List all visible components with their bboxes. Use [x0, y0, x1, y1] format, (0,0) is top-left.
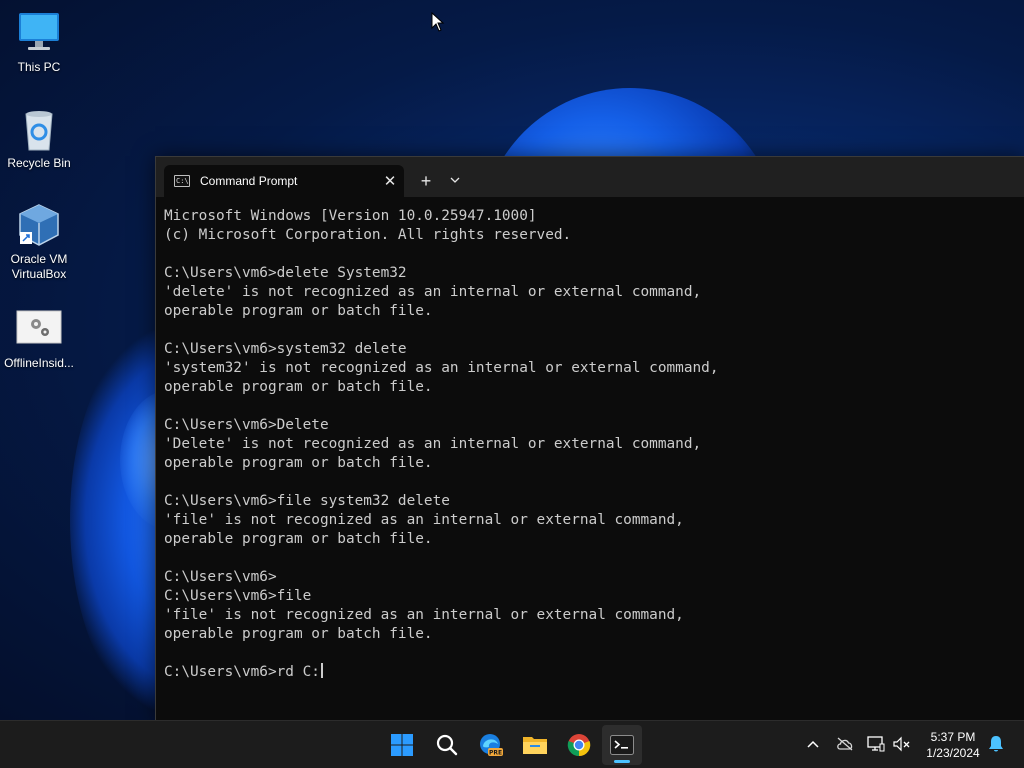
virtualbox-icon [16, 202, 62, 248]
terminal-window[interactable]: C:\ Command Prompt ✕ + Microsoft Windows… [155, 156, 1024, 720]
console-line: C:\Users\vm6>system32 delete [164, 341, 407, 357]
console-lines: Microsoft Windows [Version 10.0.25947.10… [164, 207, 1017, 663]
edge-pre-icon: PRE [480, 734, 503, 757]
windows-logo-icon [391, 734, 413, 756]
console-line: 'Delete' is not recognized as an interna… [164, 436, 702, 452]
tab-command-prompt[interactable]: C:\ Command Prompt ✕ [164, 165, 404, 197]
new-tab-button[interactable]: + [414, 169, 438, 193]
notifications-button[interactable] [986, 734, 1006, 754]
chrome-icon [567, 734, 591, 757]
taskbar: PRE 5:37 PM 1/23/2024 [0, 720, 1024, 768]
terminal-button[interactable] [602, 725, 642, 765]
desktop-icon-label: Oracle VM VirtualBox [10, 252, 68, 281]
console-line: (c) Microsoft Corporation. All rights re… [164, 227, 572, 243]
chevron-up-icon [807, 740, 819, 748]
tab-title: Command Prompt [200, 174, 298, 188]
clock-time: 5:37 PM [930, 730, 976, 744]
console-line: 'system32' is not recognized as an inter… [164, 360, 719, 376]
network-icon[interactable] [866, 734, 886, 754]
file-explorer-button[interactable] [515, 725, 555, 765]
console-line: C:\Users\vm6>file [164, 588, 312, 604]
console-line: operable program or batch file. [164, 379, 433, 395]
search-button[interactable] [427, 725, 467, 765]
this-pc-icon [16, 10, 62, 56]
console-line: operable program or batch file. [164, 626, 433, 642]
console-line: C:\Users\vm6>Delete [164, 417, 329, 433]
console-line: 'file' is not recognized as an internal … [164, 607, 684, 623]
clock[interactable]: 5:37 PM 1/23/2024 [920, 729, 986, 761]
chrome-button[interactable] [559, 725, 599, 765]
console-line: 'file' is not recognized as an internal … [164, 512, 684, 528]
console-input-line[interactable]: C:\Users\vm6>rd C: [164, 663, 1017, 682]
edge-pre-badge: PRE [489, 750, 502, 757]
console-line: Microsoft Windows [Version 10.0.25947.10… [164, 208, 537, 224]
desktop-icon-label: Recycle Bin [7, 156, 71, 170]
close-tab-button[interactable]: ✕ [376, 172, 404, 190]
tab-dropdown-button[interactable] [444, 169, 466, 193]
cmd-icon: C:\ [174, 175, 190, 187]
desktop-icon-label: This PC [17, 60, 61, 74]
console-line: C:\Users\vm6>delete System32 [164, 265, 407, 281]
folder-icon [523, 737, 547, 754]
show-hidden-icons-button[interactable] [803, 734, 823, 754]
text-cursor [320, 663, 323, 678]
edge-beta-button[interactable]: PRE [471, 725, 511, 765]
console-line: operable program or batch file. [164, 455, 433, 471]
desktop-icon-label: OfflineInsid... [4, 356, 74, 370]
mouse-pointer-icon [431, 12, 445, 32]
terminal-titlebar[interactable]: C:\ Command Prompt ✕ + [156, 157, 1024, 197]
onedrive-offline-icon[interactable] [835, 734, 855, 754]
start-button[interactable] [382, 725, 422, 765]
console-line: C:\Users\vm6>file system32 delete [164, 493, 450, 509]
search-icon [436, 734, 458, 756]
desktop-icon-offlineinsider[interactable]: OfflineInsid... [1, 306, 77, 371]
console-line: operable program or batch file. [164, 303, 433, 319]
active-app-indicator [614, 760, 630, 763]
desktop-icon-this-pc[interactable]: This PC [1, 10, 77, 75]
desktop-icon-virtualbox[interactable]: Oracle VM VirtualBox [1, 202, 77, 282]
clock-date: 1/23/2024 [926, 746, 980, 760]
desktop-icon-recycle-bin[interactable]: Recycle Bin [1, 106, 77, 171]
bell-icon [989, 736, 1003, 752]
console-line: C:\Users\vm6> [164, 569, 277, 585]
console-current-input: C:\Users\vm6>rd C: [164, 664, 320, 680]
settings-file-icon [16, 306, 62, 352]
console-line: operable program or batch file. [164, 531, 433, 547]
terminal-icon [610, 735, 634, 755]
console-output[interactable]: Microsoft Windows [Version 10.0.25947.10… [164, 207, 1017, 720]
volume-muted-icon[interactable] [892, 734, 912, 754]
console-line: 'delete' is not recognized as an interna… [164, 284, 702, 300]
chevron-down-icon [450, 177, 460, 183]
desktop: This PC Recycle Bin Oracle VM VirtualBox [0, 0, 1024, 720]
recycle-bin-icon [16, 106, 62, 152]
